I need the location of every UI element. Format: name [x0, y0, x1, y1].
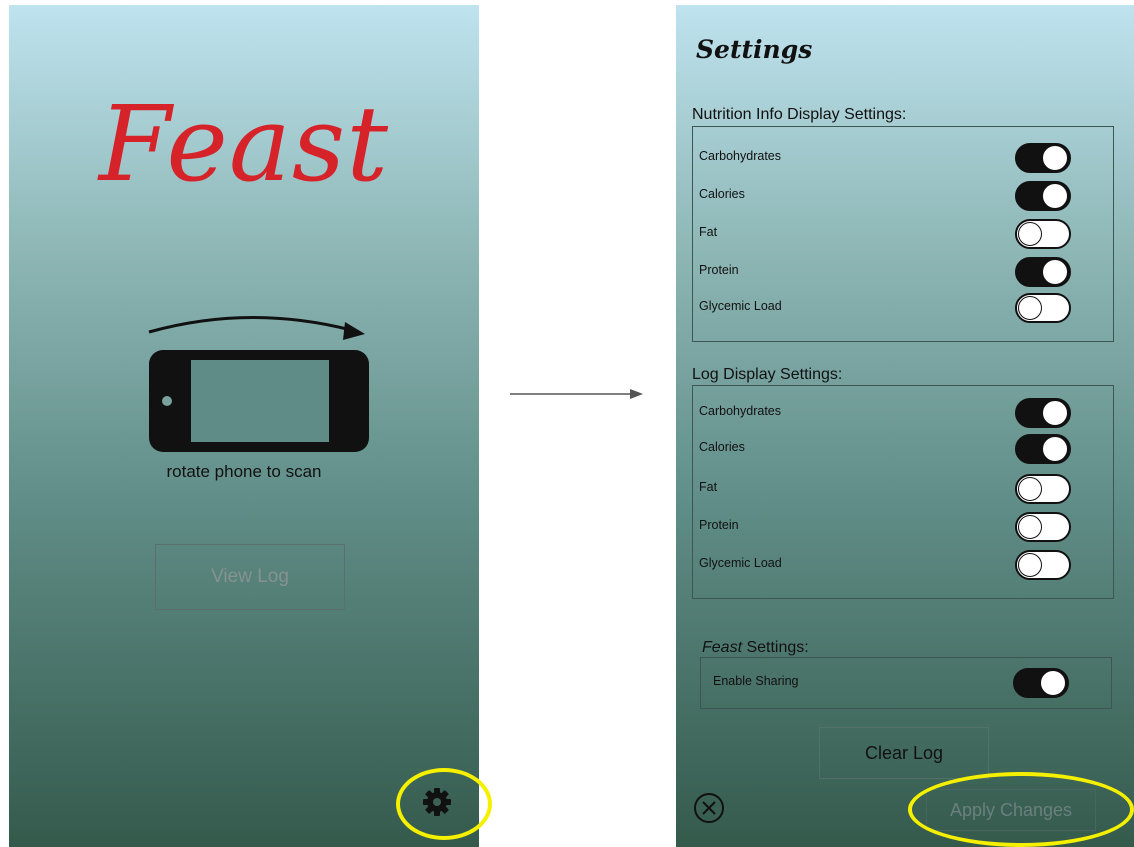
log-row-protein: Protein [693, 512, 1113, 542]
clear-log-button[interactable]: Clear Log [819, 727, 989, 779]
toggle-switch[interactable] [1015, 293, 1071, 323]
toggle-knob [1018, 296, 1042, 320]
feast-settings-group: Enable Sharing [700, 657, 1112, 709]
row-label: Glycemic Load [699, 299, 782, 313]
log-section-title: Log Display Settings: [692, 366, 843, 383]
close-circle-icon[interactable] [693, 792, 725, 824]
toggle-knob [1043, 260, 1067, 284]
log-row-carbohydrates: Carbohydrates [693, 398, 1113, 428]
nutrition-row-calories: Calories [693, 181, 1113, 211]
log-row-glycemic-load: Glycemic Load [693, 550, 1113, 580]
toggle-knob [1041, 671, 1065, 695]
feast-section-title-rest: Settings: [742, 639, 809, 656]
apply-highlight-ellipse [908, 772, 1134, 847]
toggle-switch[interactable] [1015, 219, 1071, 249]
toggle-knob [1018, 477, 1042, 501]
toggle-switch[interactable] [1015, 512, 1071, 542]
row-label: Glycemic Load [699, 556, 782, 570]
row-label: Calories [699, 440, 745, 454]
nutrition-row-carbohydrates: Carbohydrates [693, 143, 1113, 173]
row-label: Protein [699, 518, 739, 532]
toggle-knob [1018, 553, 1042, 577]
toggle-switch[interactable] [1015, 143, 1071, 173]
row-label: Carbohydrates [699, 404, 781, 418]
gear-highlight-ellipse [396, 768, 492, 840]
toggle-switch[interactable] [1015, 398, 1071, 428]
toggle-switch[interactable] [1015, 434, 1071, 464]
nutrition-row-fat: Fat [693, 219, 1113, 249]
toggle-knob [1043, 184, 1067, 208]
row-label: Carbohydrates [699, 149, 781, 163]
log-row-calories: Calories [693, 434, 1113, 464]
transition-arrow-icon [510, 389, 643, 399]
view-log-button[interactable]: View Log [155, 544, 345, 610]
row-label: Fat [699, 480, 718, 494]
toggle-knob [1018, 515, 1042, 539]
toggle-switch[interactable] [1015, 474, 1071, 504]
settings-title: Settings [696, 35, 813, 64]
toggle-switch[interactable] [1015, 181, 1071, 211]
feast-section-title-italic: Feast [702, 639, 743, 656]
feast-section-title: Feast Settings: [702, 639, 809, 657]
toggle-switch[interactable] [1015, 257, 1071, 287]
toggle-switch[interactable] [1013, 668, 1069, 698]
home-screen: Feast rotate phone to scan View Log [9, 5, 479, 847]
rotate-phone-icon [148, 315, 369, 452]
toggle-knob [1018, 222, 1042, 246]
feast-row-enable-sharing: Enable Sharing [701, 668, 1111, 698]
log-settings-group: Carbohydrates Calories Fat Protein Glyce… [692, 385, 1114, 599]
rotate-caption: rotate phone to scan [166, 462, 322, 481]
row-label: Protein [699, 263, 739, 277]
log-row-fat: Fat [693, 474, 1113, 504]
row-label: Enable Sharing [713, 674, 799, 688]
toggle-knob [1043, 437, 1067, 461]
toggle-knob [1043, 401, 1067, 425]
nutrition-section-title: Nutrition Info Display Settings: [692, 106, 907, 123]
nutrition-settings-group: Carbohydrates Calories Fat Protein Glyce… [692, 126, 1114, 342]
nutrition-row-protein: Protein [693, 257, 1113, 287]
row-label: Fat [699, 225, 718, 239]
toggle-switch[interactable] [1015, 550, 1071, 580]
toggle-knob [1043, 146, 1067, 170]
feast-logo: Feast [98, 83, 390, 205]
nutrition-row-glycemic-load: Glycemic Load [693, 293, 1113, 323]
settings-screen: Settings Nutrition Info Display Settings… [676, 5, 1134, 847]
row-label: Calories [699, 187, 745, 201]
